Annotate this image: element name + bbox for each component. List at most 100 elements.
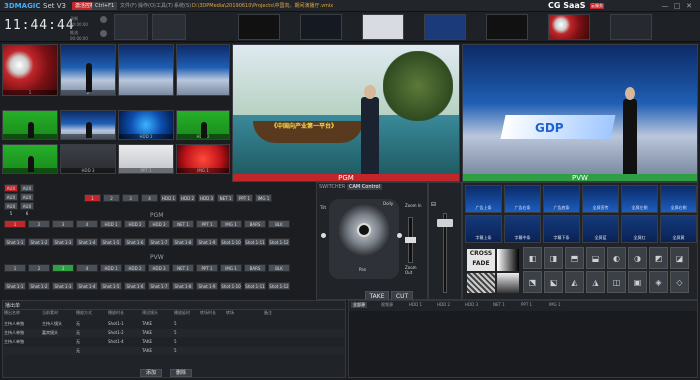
preview-tile[interactable]: 4 <box>60 110 116 140</box>
menu-file[interactable]: 文件(F) <box>120 2 137 9</box>
table-row[interactable]: 无 TAKE 5 <box>4 347 344 355</box>
aux-button[interactable]: AUX 2 <box>20 184 34 198</box>
preview-tile[interactable]: 2 <box>60 44 116 96</box>
maximize-icon[interactable]: □ <box>672 1 682 11</box>
pvw-shot-button[interactable]: Shot 1-5 <box>100 282 122 290</box>
control-thumb-1[interactable] <box>114 14 148 40</box>
preview-tile[interactable]: IMG 1 <box>176 144 230 174</box>
pvw-source-button[interactable]: NET 1 <box>172 264 194 272</box>
graphic-template-button[interactable]: 字幕上条 <box>465 215 502 243</box>
preview-tile-large[interactable] <box>176 44 230 96</box>
pgm-source-button[interactable]: 4 <box>76 220 98 228</box>
menu-operate[interactable]: 操作(O) <box>138 2 156 9</box>
transition-effect-icon[interactable]: ◪ <box>670 247 689 269</box>
pgm-shot-button[interactable]: Shot 1-2 <box>28 238 50 246</box>
transition-effect-icon[interactable]: ◐ <box>607 247 626 269</box>
pgm-shot-button[interactable]: Shot 1-8 <box>172 238 194 246</box>
control-thumb-2[interactable] <box>152 14 186 40</box>
pgm-shot-button[interactable]: Shot 1-10 <box>220 238 242 246</box>
ctrl-badge[interactable]: Ctrl+F1 <box>92 2 118 10</box>
pgm-shot-button[interactable]: Shot 1-6 <box>124 238 146 246</box>
pan-right-icon[interactable] <box>397 233 402 238</box>
pattern-button-1[interactable] <box>467 273 495 293</box>
top-source-button[interactable]: PPT 1 <box>236 194 253 202</box>
graphic-template-button[interactable]: 字幕中条 <box>504 215 541 243</box>
pgm-source-button[interactable]: BARS <box>244 220 266 228</box>
pvw-source-button[interactable]: IMG 1 <box>220 264 242 272</box>
pgm-shot-button[interactable]: Shot 1-1 <box>4 238 26 246</box>
source-tab[interactable]: 全部源 <box>351 302 367 308</box>
source-thumb-7[interactable] <box>610 14 652 40</box>
pgm-monitor[interactable]: 《中国向产业第一平台》 PGM <box>232 44 460 182</box>
source-tab[interactable]: IMG 1 <box>547 302 563 307</box>
menu-system[interactable]: 系统(S) <box>174 2 191 9</box>
pgm-shot-button[interactable]: Shot 1-12 <box>268 238 290 246</box>
pgm-shot-button[interactable]: Shot 1-9 <box>196 238 218 246</box>
preview-tile[interactable]: 1 <box>2 44 58 96</box>
table-row[interactable]: 主持人单独 嘉宾镜头 无 Shot1-2 TAKE 5 <box>4 329 344 337</box>
source-tab[interactable]: HDD 3 <box>463 302 480 307</box>
pvw-shot-button[interactable]: Shot 1-6 <box>124 282 146 290</box>
pvw-source-button[interactable]: 3 <box>52 264 74 272</box>
table-cell[interactable]: 无 <box>76 348 80 354</box>
pvw-shot-button[interactable]: Shot 1-2 <box>28 282 50 290</box>
graphic-template-button[interactable]: 全屏左侧 <box>621 185 658 213</box>
aux-button[interactable]: AUX 3 <box>4 193 18 207</box>
transition-effect-icon[interactable]: ⬔ <box>523 271 542 293</box>
aux-button[interactable]: AUX 5 <box>4 202 18 216</box>
aux-button[interactable]: AUX 1 <box>4 184 18 198</box>
source-thumb-4[interactable] <box>424 14 466 40</box>
pattern-button-2[interactable] <box>497 273 519 293</box>
aux-button[interactable]: AUX 4 <box>20 193 34 207</box>
source-thumb-6[interactable] <box>548 14 590 40</box>
top-source-button[interactable]: HDD 2 <box>179 194 196 202</box>
transition-effect-icon[interactable]: ◧ <box>523 247 542 269</box>
pgm-shot-button[interactable]: Shot 1-3 <box>52 238 74 246</box>
transition-effect-icon[interactable]: ◇ <box>670 271 689 293</box>
graphic-template-button[interactable]: 全屏右侧 <box>660 185 697 213</box>
source-tab[interactable]: NET 1 <box>491 302 507 307</box>
source-thumb-2[interactable] <box>300 14 342 40</box>
transition-effect-icon[interactable]: ⬒ <box>565 247 584 269</box>
pvw-shot-button[interactable]: Shot 1-7 <box>148 282 170 290</box>
transition-effect-icon[interactable]: ◫ <box>607 271 626 293</box>
preview-tile[interactable]: 5 <box>2 144 58 174</box>
graphic-template-button[interactable]: 广告上条 <box>465 185 502 213</box>
transition-effect-icon[interactable]: ◩ <box>649 247 668 269</box>
pgm-source-button[interactable]: IMG 1 <box>220 220 242 228</box>
pvw-source-button[interactable]: HDD 1 <box>100 264 122 272</box>
source-tab[interactable]: HDD 1 <box>407 302 424 307</box>
source-thumb-3[interactable] <box>362 14 404 40</box>
pvw-shot-button[interactable]: Shot 1-4 <box>76 282 98 290</box>
pgm-source-button[interactable]: NET 1 <box>172 220 194 228</box>
graphic-template-button[interactable]: 字幕下条 <box>543 215 580 243</box>
top-source-button[interactable]: IMG 1 <box>255 194 272 202</box>
pvw-source-button[interactable]: BARS <box>244 264 266 272</box>
pgm-shot-button[interactable]: Shot 1-4 <box>76 238 98 246</box>
graphic-template-button[interactable]: 全屏黄 <box>660 215 697 243</box>
transition-effect-icon[interactable]: ◭ <box>565 271 584 293</box>
tab-cam-control[interactable]: CAM Control <box>347 184 382 190</box>
transition-effect-icon[interactable]: ▣ <box>628 271 647 293</box>
pgm-source-button[interactable]: PPT 1 <box>196 220 218 228</box>
crossfade-button[interactable]: CROSS FADE <box>467 249 495 271</box>
pgm-source-button[interactable]: HDD 1 <box>100 220 122 228</box>
source-tab[interactable]: 视频源 <box>379 302 395 308</box>
menu-tools[interactable]: 工具(T) <box>156 2 173 9</box>
source-thumb-5[interactable] <box>486 14 528 40</box>
close-icon[interactable]: ✕ <box>684 1 694 11</box>
pgm-source-button[interactable]: BLK <box>268 220 290 228</box>
source-tab[interactable]: HDD 2 <box>435 302 452 307</box>
delete-row-button[interactable]: 删除 <box>170 369 192 377</box>
table-cell[interactable]: TAKE <box>142 330 152 335</box>
pvw-shot-button[interactable]: Shot 1-9 <box>196 282 218 290</box>
preview-tile[interactable]: HDD 1 <box>118 110 174 140</box>
pvw-shot-button[interactable]: Shot 1-8 <box>172 282 194 290</box>
pgm-source-button[interactable]: HDD 3 <box>148 220 170 228</box>
preview-tile[interactable]: HDD 3 <box>60 144 116 174</box>
zoom-slider-thumb[interactable] <box>405 237 416 243</box>
pvw-source-button[interactable]: PPT 1 <box>196 264 218 272</box>
source-tab[interactable]: PPT 1 <box>519 302 534 307</box>
tab-switcher[interactable]: SWITCHER <box>319 184 345 190</box>
top-source-button[interactable]: HDD 1 <box>160 194 177 202</box>
